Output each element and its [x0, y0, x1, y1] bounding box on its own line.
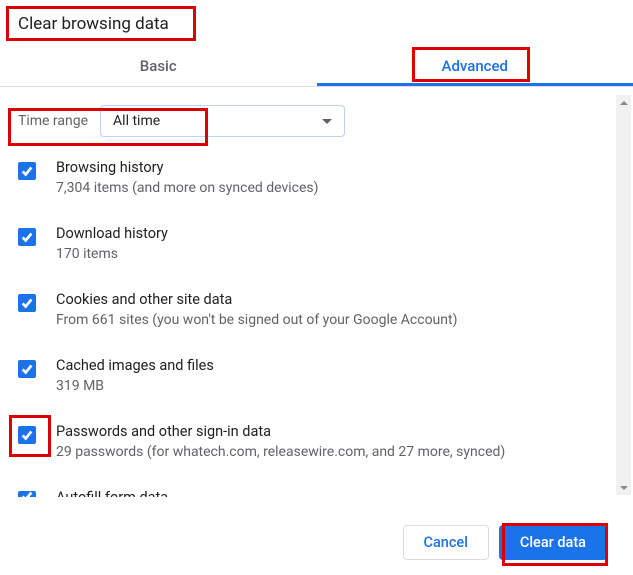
tab-basic[interactable]: Basic	[0, 46, 317, 86]
item-title: Passwords and other sign-in data	[56, 423, 505, 440]
checkbox-download-history[interactable]	[18, 228, 36, 246]
scroll-down-icon[interactable]	[616, 480, 631, 495]
cancel-button[interactable]: Cancel	[403, 525, 489, 560]
content-area: Time range All time Browsing history 7,3…	[0, 87, 633, 497]
item-title: Cached images and files	[56, 357, 214, 374]
tab-advanced[interactable]: Advanced	[317, 46, 633, 86]
item-sub: 170 items	[56, 246, 168, 262]
scroll-up-icon[interactable]	[616, 95, 631, 110]
checkbox-cookies[interactable]	[18, 294, 36, 312]
time-range-value: All time	[113, 113, 160, 129]
checkbox-passwords[interactable]	[18, 426, 36, 444]
item-title: Download history	[56, 225, 168, 242]
time-range-select[interactable]: All time	[100, 105, 345, 137]
list-item: Autofill form data	[18, 489, 615, 497]
clear-data-button[interactable]: Clear data	[499, 525, 607, 560]
item-sub: 7,304 items (and more on synced devices)	[56, 180, 319, 196]
item-title: Browsing history	[56, 159, 319, 176]
chevron-down-icon	[322, 119, 332, 124]
dialog-title: Clear browsing data	[0, 0, 633, 46]
options-list: Browsing history 7,304 items (and more o…	[18, 159, 615, 497]
item-sub: 319 MB	[56, 378, 214, 394]
checkbox-autofill[interactable]	[18, 491, 36, 497]
checkbox-cached[interactable]	[18, 360, 36, 378]
item-sub: 29 passwords (for whatech.com, releasewi…	[56, 444, 505, 460]
time-range-label: Time range	[18, 113, 88, 129]
checkbox-browsing-history[interactable]	[18, 162, 36, 180]
list-item: Cookies and other site data From 661 sit…	[18, 291, 615, 328]
item-sub: From 661 sites (you won't be signed out …	[56, 312, 457, 328]
list-item: Browsing history 7,304 items (and more o…	[18, 159, 615, 196]
list-item: Download history 170 items	[18, 225, 615, 262]
item-title: Autofill form data	[56, 489, 168, 497]
dialog-footer: Cancel Clear data	[0, 510, 633, 575]
item-title: Cookies and other site data	[56, 291, 457, 308]
list-item: Passwords and other sign-in data 29 pass…	[18, 423, 615, 460]
tabs: Basic Advanced	[0, 46, 633, 86]
list-item: Cached images and files 319 MB	[18, 357, 615, 394]
scrollbar[interactable]	[616, 95, 631, 495]
